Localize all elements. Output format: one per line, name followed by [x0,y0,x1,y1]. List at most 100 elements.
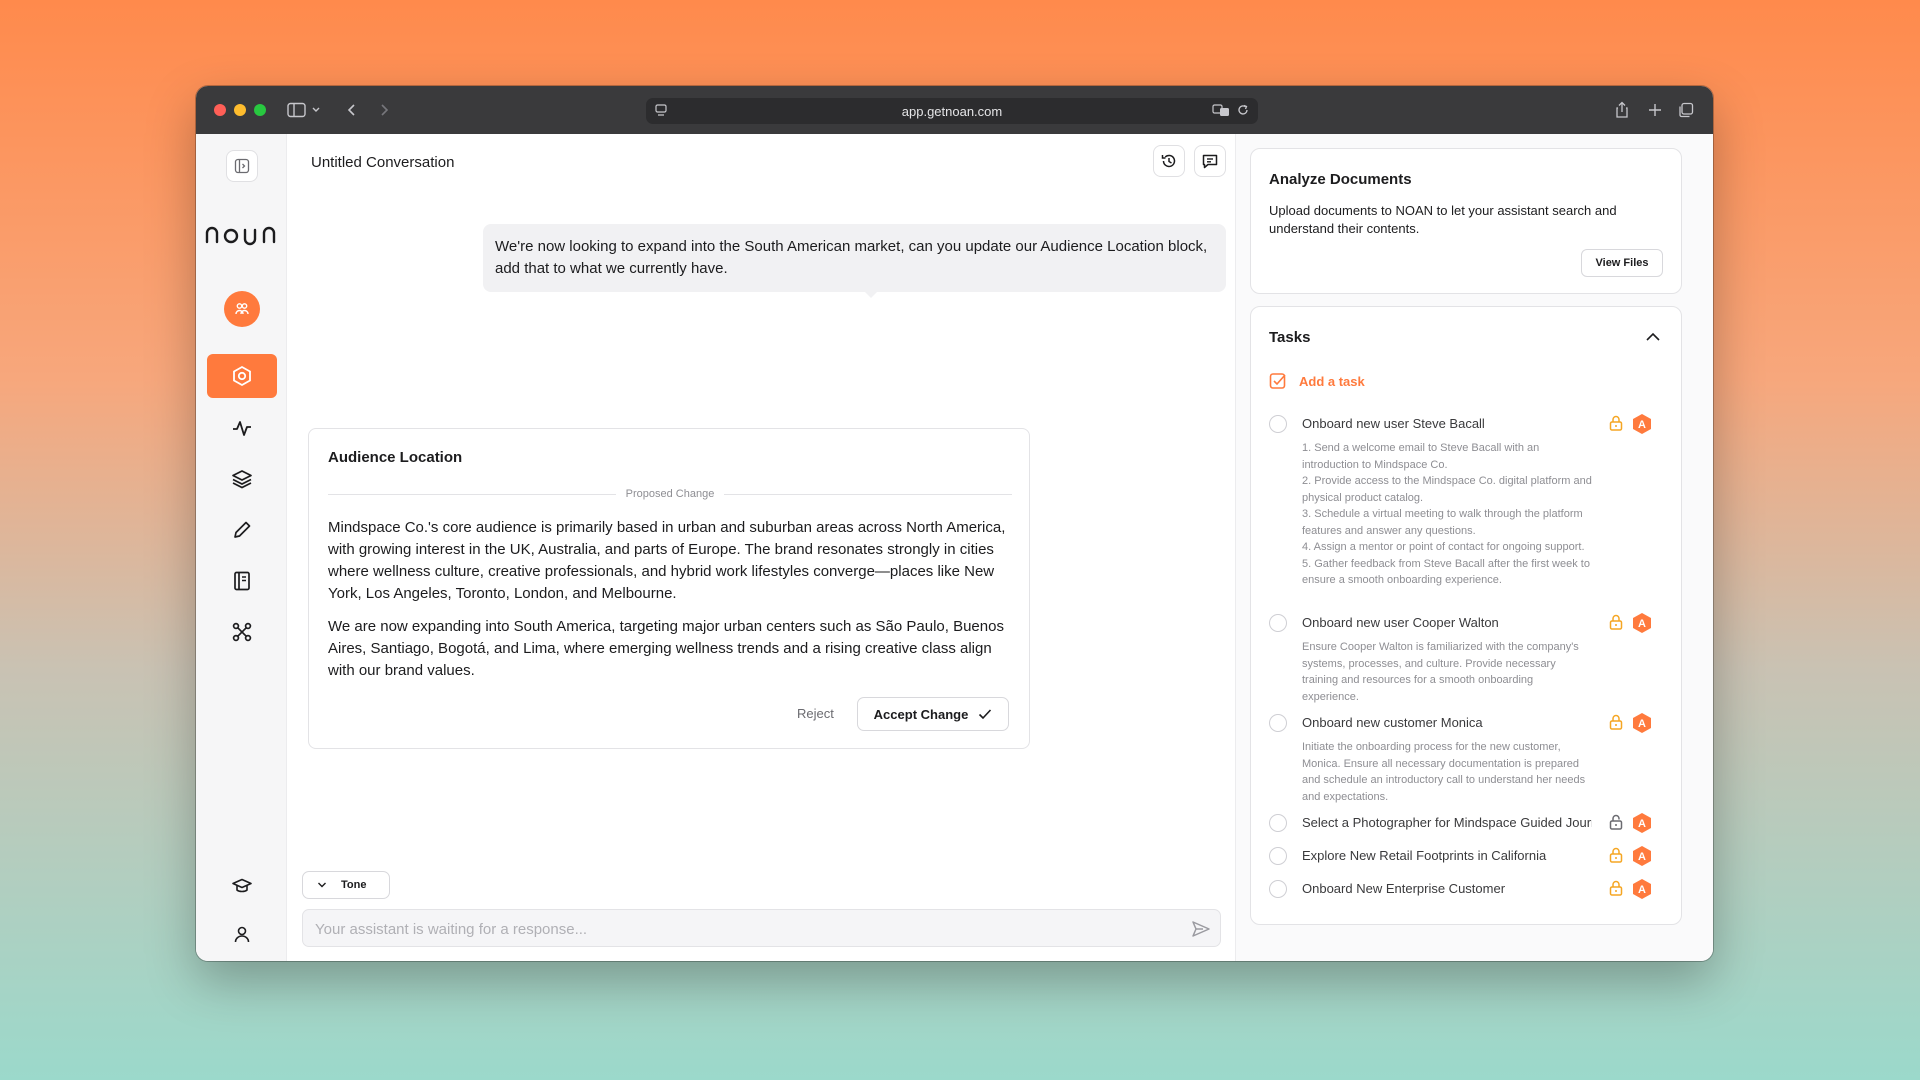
send-icon [1192,921,1210,937]
panel-left-icon [234,158,250,174]
nav-account[interactable] [207,912,277,956]
new-tab-icon[interactable] [1643,98,1667,122]
assistant-badge-icon: A [1632,612,1652,634]
assistant-badge-letter: A [1638,884,1646,896]
history-button[interactable] [1153,145,1185,177]
pencil-icon [234,521,251,538]
analyze-documents-title: Analyze Documents [1269,171,1412,188]
analyze-documents-description: Upload documents to NOAN to let your ass… [1269,203,1617,236]
lock-icon[interactable] [1607,613,1625,631]
assistant-badge-icon: A [1632,712,1652,734]
chevron-down-icon [318,882,326,888]
task-checkbox[interactable] [1269,415,1287,433]
users-icon [235,303,249,315]
nav-notebook[interactable] [207,559,277,603]
lock-icon[interactable] [1607,813,1625,831]
tab-overview-icon[interactable] [1674,98,1698,122]
maximize-window-button[interactable] [254,104,266,116]
app-content: Untitled Conversation We're now looking … [196,134,1713,961]
message-plus-icon [1202,154,1218,169]
view-files-button[interactable]: View Files [1581,249,1663,277]
checkbox-icon [1269,373,1286,389]
nav-layers[interactable] [207,457,277,501]
window-controls [214,104,266,116]
assistant-badge-icon: A [1632,812,1652,834]
reject-button[interactable]: Reject [797,706,834,721]
graduation-cap-icon [232,878,252,893]
send-button[interactable] [1190,918,1212,940]
chevron-up-icon [1646,332,1660,341]
proposal-paragraph-2: We are now expanding into South America,… [328,618,1004,679]
right-panel: Analyze Documents Upload documents to NO… [1236,134,1713,961]
hexagon-icon [233,365,251,387]
nav-learn[interactable] [207,864,277,908]
task-checkbox[interactable] [1269,880,1287,898]
task-checkbox[interactable] [1269,714,1287,732]
minimize-window-button[interactable] [234,104,246,116]
nav-write[interactable] [207,508,277,552]
nav-activity[interactable] [207,406,277,450]
lock-icon[interactable] [1607,846,1625,864]
task-checkbox[interactable] [1269,614,1287,632]
proposal-paragraph-1: Mindspace Co.'s core audience is primari… [328,519,1006,602]
assistant-badge-letter: A [1638,718,1646,730]
page-menu-icon[interactable] [654,103,668,120]
tasks-panel: Tasks Add a task Onboard new user Steve … [1250,306,1682,925]
task-checkbox[interactable] [1269,814,1287,832]
nav-hub[interactable] [207,354,277,398]
assistant-badge-icon: A [1632,878,1652,900]
task-description: Initiate the onboarding process for the … [1302,741,1586,803]
check-icon [979,709,992,720]
nav-integrations[interactable] [207,610,277,654]
workspace-avatar[interactable] [224,291,260,327]
proposal-card: Audience Location Proposed Change Mindsp… [308,428,1030,749]
collapse-sidebar-button[interactable] [226,150,258,182]
sidebar-toggle-icon[interactable] [284,98,324,122]
url-text: app.getnoan.com [901,103,1003,119]
history-icon [1161,154,1176,168]
task-name: Onboard new user Steve Bacall [1302,416,1485,431]
task-description: 1. Send a welcome email to Steve Bacall … [1302,442,1592,586]
layers-icon [232,470,252,489]
notebook-icon [234,571,250,591]
accept-change-label: Accept Change [873,706,969,722]
task-name: Onboard New Enterprise Customer [1302,881,1506,896]
lock-icon[interactable] [1607,414,1625,432]
message-tail [863,290,879,298]
app-sidebar [196,134,287,961]
collapse-tasks-button[interactable] [1643,327,1663,347]
accept-change-button[interactable]: Accept Change [857,697,1009,731]
task-name: Select a Photographer for Mindspace Guid… [1302,815,1592,830]
forward-icon[interactable] [372,98,396,122]
back-icon[interactable] [340,98,364,122]
message-composer [302,909,1221,947]
browser-titlebar: app.getnoan.com [196,86,1713,134]
assistant-badge-letter: A [1638,818,1646,830]
proposal-divider-label: Proposed Change [625,488,715,500]
reload-icon[interactable] [1236,103,1250,120]
proposal-title: Audience Location [328,449,463,466]
network-icon [232,622,252,642]
lock-icon[interactable] [1607,713,1625,731]
tone-label: Tone [341,879,367,891]
close-window-button[interactable] [214,104,226,116]
conversation-title: Untitled Conversation [311,154,455,171]
analyze-documents-panel: Analyze Documents Upload documents to NO… [1250,148,1682,294]
conversation-panel: Untitled Conversation We're now looking … [287,134,1236,961]
activity-icon [233,421,251,436]
add-task-button[interactable]: Add a task [1269,372,1365,390]
task-name: Onboard new user Cooper Walton [1302,615,1499,630]
tone-dropdown[interactable]: Tone [302,871,390,899]
message-input[interactable] [315,918,1165,940]
new-conversation-button[interactable] [1194,145,1226,177]
assistant-badge-letter: A [1638,851,1646,863]
task-checkbox[interactable] [1269,847,1287,865]
share-icon[interactable] [1610,98,1634,122]
browser-window: app.getnoan.com Untitled Conversation We… [196,86,1713,961]
user-icon [234,926,250,943]
assistant-badge-letter: A [1638,419,1646,431]
translate-icon[interactable] [1212,103,1230,120]
lock-icon[interactable] [1607,879,1625,897]
task-name: Explore New Retail Footprints in Califor… [1302,848,1547,863]
address-bar[interactable]: app.getnoan.com [646,98,1258,124]
